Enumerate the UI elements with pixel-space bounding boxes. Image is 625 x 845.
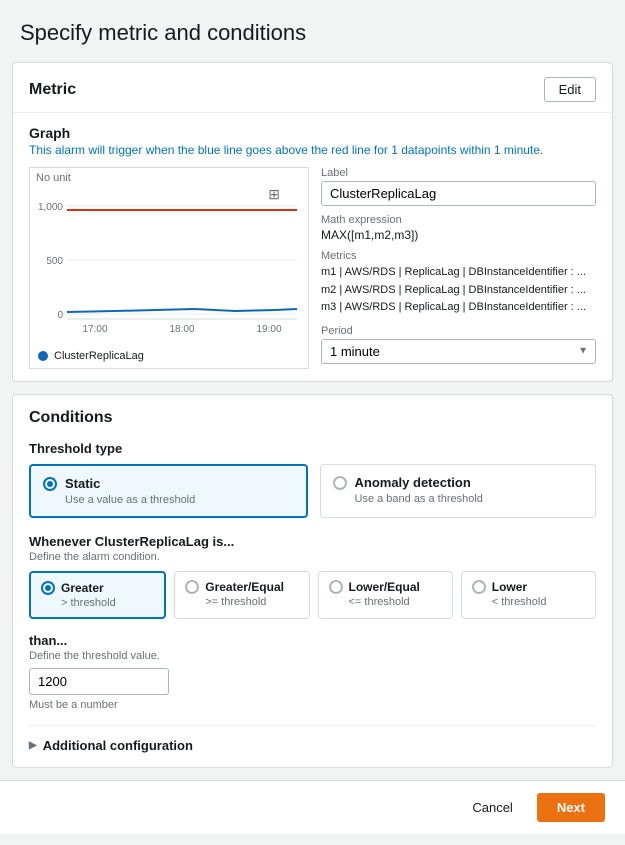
- svg-text:19:00: 19:00: [256, 324, 281, 335]
- period-select-wrapper: 1 minute 5 minutes 15 minutes 1 hour: [321, 339, 596, 364]
- metrics-label: Metrics: [321, 250, 596, 262]
- conditions-section: Conditions Threshold type Static Use a v…: [13, 395, 612, 767]
- chart-area: No unit ⊞ 1,000 500 0: [29, 167, 309, 369]
- condition-option-greater-equal[interactable]: Greater/Equal >= threshold: [174, 571, 309, 619]
- page-title: Specify metric and conditions: [0, 0, 625, 62]
- threshold-type-label: Threshold type: [29, 441, 596, 456]
- condition-greater-desc: > threshold: [41, 597, 154, 609]
- period-select[interactable]: 1 minute 5 minutes 15 minutes 1 hour: [321, 339, 596, 364]
- next-button[interactable]: Next: [537, 793, 605, 822]
- chart-legend: ClusterReplicaLag: [30, 348, 308, 368]
- svg-text:17:00: 17:00: [82, 324, 107, 335]
- metric-item-3: m3 | AWS/RDS | ReplicaLag | DBInstanceId…: [321, 299, 596, 317]
- whenever-sublabel: Define the alarm condition.: [29, 551, 596, 563]
- additional-config-toggle[interactable]: ▶ Additional configuration: [29, 738, 596, 753]
- threshold-hint: Must be a number: [29, 699, 596, 711]
- metric-card-header: Metric Edit: [13, 63, 612, 113]
- condition-greater-title: Greater: [61, 581, 104, 595]
- graph-subtitle: This alarm will trigger when the blue li…: [29, 143, 596, 157]
- threshold-static-desc: Use a value as a threshold: [43, 494, 294, 506]
- graph-label: Graph: [29, 125, 596, 141]
- additional-config-label: Additional configuration: [43, 738, 193, 753]
- legend-dot: [38, 351, 48, 361]
- svg-text:0: 0: [57, 310, 63, 321]
- threshold-anomaly-desc: Use a band as a threshold: [333, 493, 584, 505]
- whenever-label: Whenever ClusterReplicaLag is...: [29, 534, 596, 549]
- threshold-option-static[interactable]: Static Use a value as a threshold: [29, 464, 308, 518]
- condition-greater-equal-title: Greater/Equal: [205, 580, 284, 594]
- svg-text:1,000: 1,000: [38, 202, 63, 213]
- metric-card-title: Metric: [29, 81, 76, 99]
- additional-config: ▶ Additional configuration: [29, 725, 596, 753]
- graph-section: Graph This alarm will trigger when the b…: [13, 113, 612, 381]
- condition-lower-title: Lower: [492, 580, 527, 594]
- cancel-button[interactable]: Cancel: [458, 794, 526, 821]
- threshold-option-static-header: Static: [43, 476, 294, 491]
- math-expression-value: MAX([m1,m2,m3]): [321, 228, 596, 242]
- condition-greater-equal-desc: >= threshold: [185, 596, 298, 608]
- footer: Cancel Next: [0, 780, 625, 834]
- than-label: than...: [29, 633, 596, 648]
- threshold-option-anomaly[interactable]: Anomaly detection Use a band as a thresh…: [320, 464, 597, 518]
- threshold-options: Static Use a value as a threshold Anomal…: [29, 464, 596, 518]
- condition-lower-equal-title: Lower/Equal: [349, 580, 420, 594]
- condition-option-lower[interactable]: Lower < threshold: [461, 571, 596, 619]
- label-field-input[interactable]: [321, 181, 596, 206]
- condition-options: Greater > threshold Greater/Equal >= thr…: [29, 571, 596, 619]
- condition-greater-radio: [41, 581, 55, 595]
- graph-details: Label Math expression MAX([m1,m2,m3]) Me…: [321, 167, 596, 369]
- metric-card: Metric Edit Graph This alarm will trigge…: [12, 62, 613, 382]
- svg-text:500: 500: [46, 256, 63, 267]
- threshold-static-radio: [43, 477, 57, 491]
- metrics-list: m1 | AWS/RDS | ReplicaLag | DBInstanceId…: [321, 264, 596, 317]
- conditions-title: Conditions: [29, 409, 596, 427]
- threshold-anomaly-title: Anomaly detection: [355, 475, 471, 490]
- threshold-option-anomaly-header: Anomaly detection: [333, 475, 584, 490]
- legend-label: ClusterReplicaLag: [54, 350, 144, 362]
- additional-config-chevron-icon: ▶: [29, 740, 37, 751]
- metric-item-1: m1 | AWS/RDS | ReplicaLag | DBInstanceId…: [321, 264, 596, 282]
- no-unit-label: No unit: [30, 168, 308, 184]
- label-field-label: Label: [321, 167, 596, 179]
- condition-greater-equal-header: Greater/Equal: [185, 580, 298, 594]
- conditions-card: Conditions Threshold type Static Use a v…: [12, 394, 613, 768]
- condition-lower-header: Lower: [472, 580, 585, 594]
- than-sublabel: Define the threshold value.: [29, 650, 596, 662]
- threshold-anomaly-radio: [333, 476, 347, 490]
- threshold-value-input[interactable]: [29, 668, 169, 695]
- expand-chart-icon[interactable]: ⊞: [268, 186, 280, 203]
- condition-greater-equal-radio: [185, 580, 199, 594]
- chart-svg: 1,000 500 0 17:00 18:00: [35, 184, 303, 344]
- condition-lower-equal-desc: <= threshold: [329, 596, 442, 608]
- graph-content: No unit ⊞ 1,000 500 0: [29, 167, 596, 369]
- condition-lower-equal-radio: [329, 580, 343, 594]
- graph-chart: No unit ⊞ 1,000 500 0: [29, 167, 309, 369]
- condition-lower-equal-header: Lower/Equal: [329, 580, 442, 594]
- period-label: Period: [321, 325, 596, 337]
- edit-button[interactable]: Edit: [544, 77, 596, 102]
- condition-option-greater[interactable]: Greater > threshold: [29, 571, 166, 619]
- threshold-static-title: Static: [65, 476, 100, 491]
- condition-lower-desc: < threshold: [472, 596, 585, 608]
- svg-text:18:00: 18:00: [169, 324, 194, 335]
- condition-greater-header: Greater: [41, 581, 154, 595]
- condition-lower-radio: [472, 580, 486, 594]
- condition-option-lower-equal[interactable]: Lower/Equal <= threshold: [318, 571, 453, 619]
- metric-item-2: m2 | AWS/RDS | ReplicaLag | DBInstanceId…: [321, 282, 596, 300]
- math-expression-label: Math expression: [321, 214, 596, 226]
